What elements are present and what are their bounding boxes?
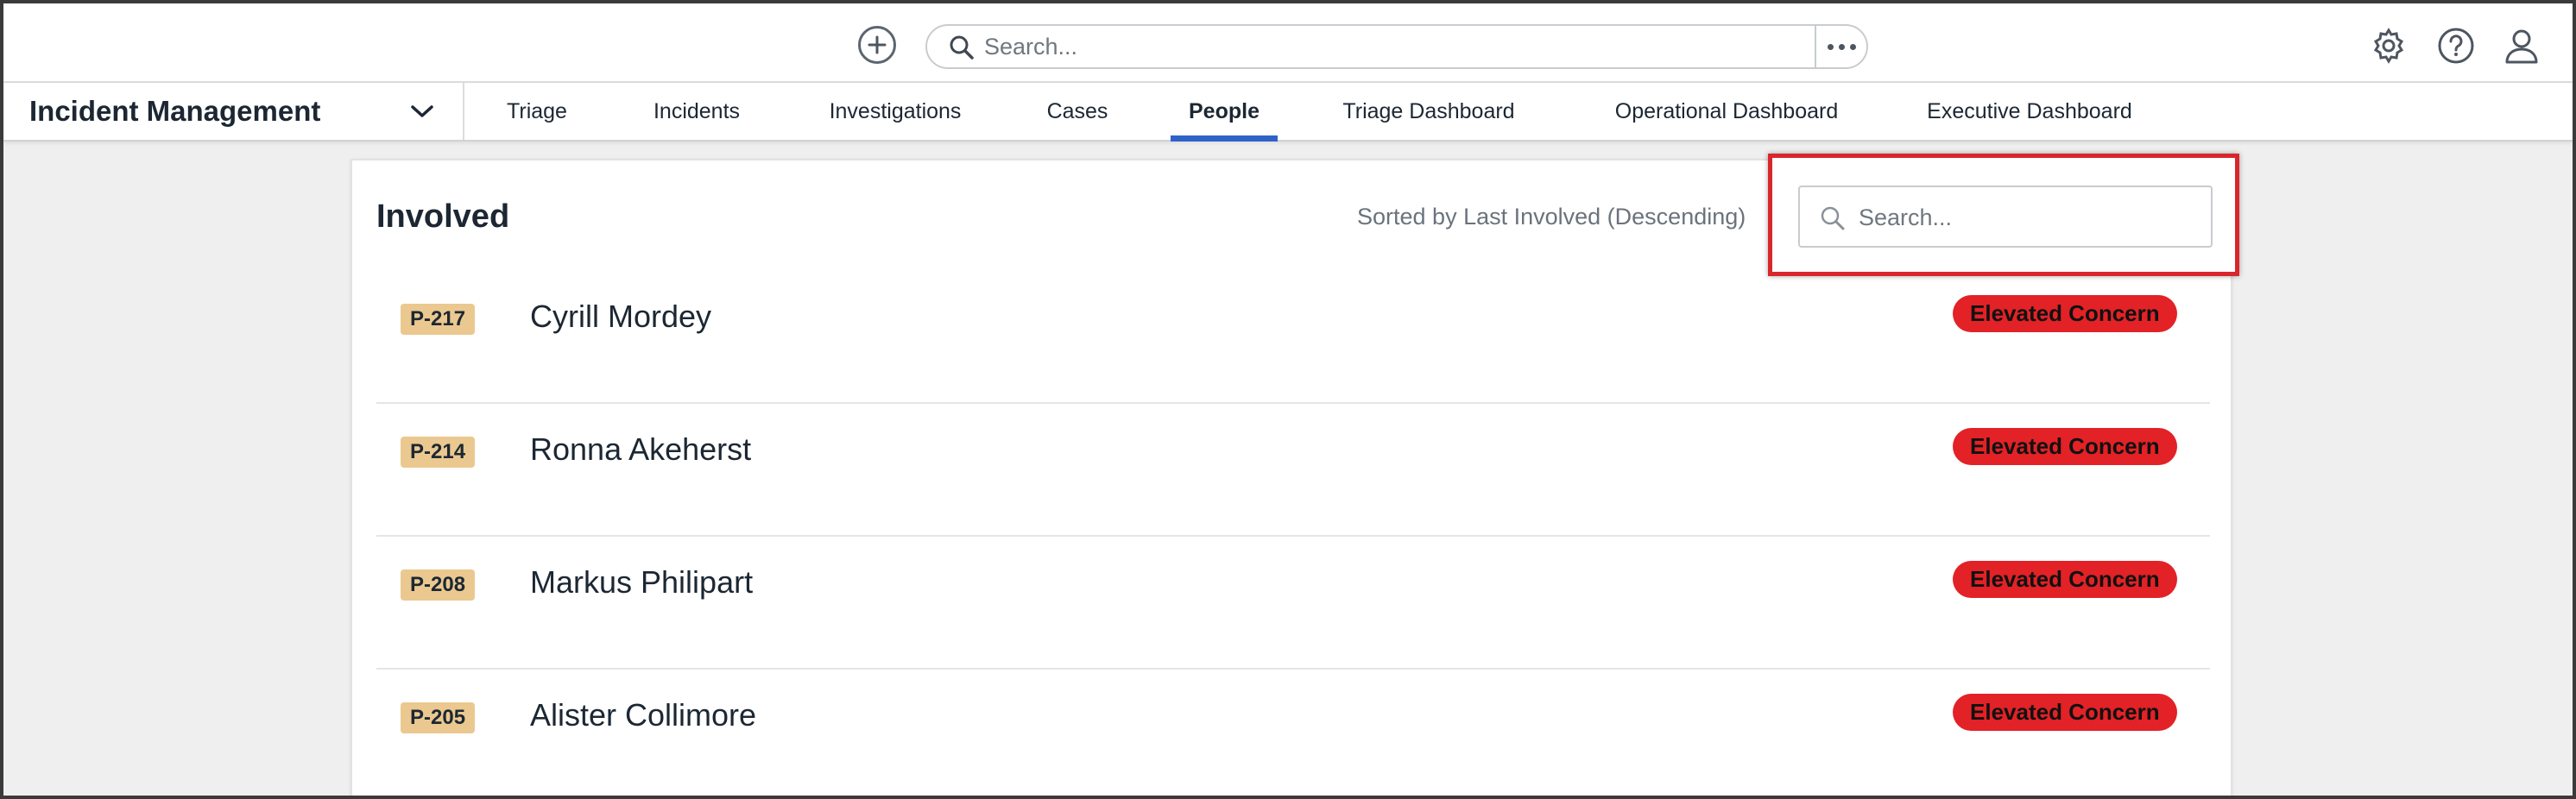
search-icon: [1821, 206, 1845, 230]
involved-card: Involved Sorted by Last Involved (Descen…: [350, 154, 2239, 796]
person-name[interactable]: Cyrill Mordey: [530, 299, 711, 335]
status-badge: Elevated Concern: [1953, 428, 2177, 465]
person-row[interactable]: P-217 Cyrill Mordey Elevated Concern: [376, 271, 2210, 404]
tab-people[interactable]: People: [1171, 83, 1278, 142]
chevron-down-icon: [411, 105, 433, 117]
person-id-badge: P-217: [401, 304, 476, 335]
app-window: Incident Management Triage Incidents Inv…: [0, 0, 2576, 799]
tab-incidents[interactable]: Incidents: [646, 83, 748, 140]
status-badge: Elevated Concern: [1953, 561, 2177, 598]
tab-investigations[interactable]: Investigations: [817, 83, 974, 140]
tab-triage-dashboard[interactable]: Triage Dashboard: [1335, 83, 1523, 140]
tab-cases[interactable]: Cases: [1043, 83, 1112, 140]
global-search-bar: [925, 24, 1868, 69]
status-badge: Elevated Concern: [1953, 694, 2177, 731]
tab-triage[interactable]: Triage: [496, 83, 578, 140]
person-name[interactable]: Alister Collimore: [530, 697, 756, 733]
app-title: Incident Management: [29, 95, 321, 127]
add-button[interactable]: [858, 26, 896, 64]
help-icon[interactable]: [2436, 26, 2476, 66]
person-name[interactable]: Ronna Akeherst: [530, 431, 751, 468]
sort-label[interactable]: Sorted by Last Involved (Descending): [1357, 204, 1746, 230]
person-id-badge: P-205: [401, 702, 476, 733]
person-row[interactable]: P-208 Markus Philipart Elevated Concern: [376, 537, 2210, 670]
more-options-button[interactable]: [1815, 26, 1866, 67]
person-name[interactable]: Markus Philipart: [530, 564, 753, 601]
status-badge: Elevated Concern: [1953, 295, 2177, 332]
top-bar: [3, 3, 2573, 83]
app-switcher[interactable]: Incident Management: [3, 83, 464, 140]
gear-icon[interactable]: [2369, 26, 2409, 66]
nav-bar: Incident Management Triage Incidents Inv…: [3, 83, 2573, 142]
search-icon: [950, 35, 974, 60]
card-title: Involved: [376, 198, 510, 235]
tab-operational-dashboard[interactable]: Operational Dashboard: [1597, 83, 1856, 140]
highlighted-search-region: [1768, 154, 2239, 276]
user-icon[interactable]: [2502, 26, 2541, 66]
person-row[interactable]: P-214 Ronna Akeherst Elevated Concern: [376, 404, 2210, 537]
global-search-input[interactable]: [984, 33, 1761, 60]
more-icon: [1825, 43, 1859, 50]
involved-search-input[interactable]: [1859, 203, 2195, 232]
tab-executive-dashboard[interactable]: Executive Dashboard: [1911, 83, 2148, 140]
person-row[interactable]: P-205 Alister Collimore Elevated Concern: [376, 670, 2210, 796]
add-icon: [868, 35, 887, 54]
person-id-badge: P-214: [401, 437, 476, 468]
involved-search-box: [1798, 186, 2213, 248]
person-id-badge: P-208: [401, 569, 476, 601]
